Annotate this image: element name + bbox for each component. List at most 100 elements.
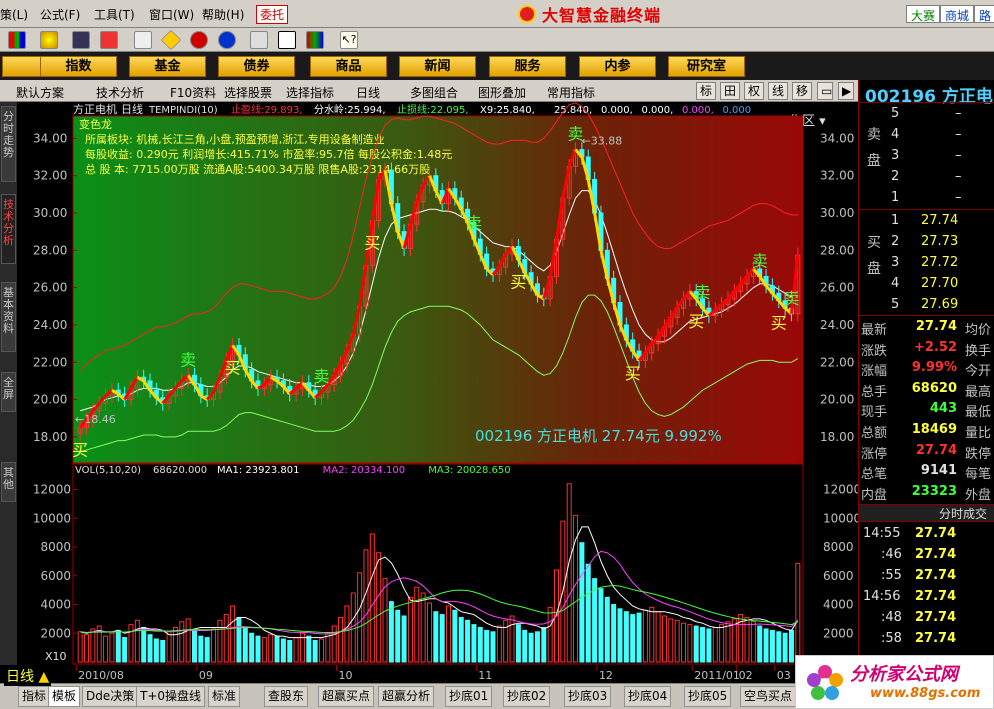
nav-bond[interactable]: 债券	[218, 56, 295, 77]
volume-bar	[788, 629, 794, 663]
y-label-right-7: 32.00	[820, 169, 854, 183]
bottom-tab-13[interactable]: 空鸟买点	[740, 686, 797, 707]
menu-tools[interactable]: 工具(T)	[94, 6, 135, 23]
menu-help[interactable]: 帮助(H)	[202, 6, 244, 23]
red-circle-icon[interactable]	[190, 31, 208, 49]
overlay-menu[interactable]: 图形叠加	[478, 84, 526, 101]
tick-row: 14:55 27.74	[859, 524, 994, 545]
print-icon[interactable]	[250, 31, 268, 49]
books-icon[interactable]	[306, 31, 324, 49]
menu-strategy[interactable]: 策(L)	[0, 6, 28, 23]
mark-button[interactable]: 标	[696, 82, 717, 100]
side-tabs: 分时走势 技术分析 基本资料 全屏 其他	[0, 102, 17, 665]
doc-icon[interactable]	[134, 31, 152, 49]
period-label[interactable]: 日线 ▲	[4, 666, 52, 686]
pencil-icon[interactable]	[100, 31, 118, 49]
nav-insider[interactable]: 内参	[579, 56, 656, 77]
quote-icon[interactable]	[8, 31, 26, 49]
sell-row-1[interactable]: 1–	[859, 188, 994, 209]
diamond-icon[interactable]	[160, 29, 182, 51]
contest-button[interactable]: 大赛	[906, 5, 941, 23]
side-tab-technical[interactable]: 技术分析	[1, 194, 16, 264]
help-cursor-icon[interactable]: ↖?	[340, 31, 358, 49]
play-icon[interactable]: ▶	[838, 82, 854, 100]
binoculars-icon[interactable]	[72, 31, 90, 49]
sell-level: 5	[891, 106, 900, 121]
rights-button[interactable]: 权	[744, 82, 765, 100]
volume-bar	[636, 612, 642, 663]
bottom-tab-3[interactable]: T+0操盘线	[136, 686, 206, 707]
stat-row-4: 现手 443 最低	[859, 399, 994, 420]
y-label-left-7: 32.00	[33, 169, 67, 183]
watermark-logo: 分析家公式网 www.88gs.com	[795, 655, 994, 709]
tick-row: 14:56 27.74	[859, 587, 994, 608]
multi-chart-menu[interactable]: 多图组合	[410, 84, 458, 101]
buy-row-2[interactable]: 2 27.73	[859, 232, 994, 253]
volume-bar	[757, 625, 763, 663]
sell-row-3[interactable]: 3–	[859, 146, 994, 167]
select-stock-menu[interactable]: 选择股票	[224, 84, 272, 101]
menu-window[interactable]: 窗口(W)	[149, 6, 194, 23]
nav-index[interactable]: 指数	[40, 56, 117, 77]
y-label-right-2: 22.00	[820, 355, 854, 369]
menu-formula[interactable]: 公式(F)	[40, 6, 80, 23]
side-tab-intraday[interactable]: 分时走势	[1, 106, 16, 182]
select-indicator-menu[interactable]: 选择指标	[286, 84, 334, 101]
chart-area[interactable]: 方正电机 日线 TEMPINDI(10) 止盈线:29.893, 分水岭:25.994,…	[17, 102, 858, 665]
bottom-tab-10[interactable]: 抄底03	[564, 686, 612, 707]
grid-button[interactable]: 田	[720, 82, 741, 100]
window-icon[interactable]	[278, 31, 296, 49]
stat-tail-label: 换手	[965, 343, 992, 359]
sell-level: 4	[891, 127, 900, 142]
bottom-tab-5[interactable]: 查股东	[264, 686, 309, 707]
stat-label: 最新	[861, 323, 888, 338]
road-button[interactable]: 路	[974, 5, 994, 23]
bottom-tab-6[interactable]: 超赢买点	[318, 686, 375, 707]
nav-commodity[interactable]: 商品	[310, 56, 387, 77]
tick-price: 27.74	[915, 547, 957, 562]
bottom-tab-11[interactable]: 抄底04	[624, 686, 672, 707]
network-icon[interactable]	[40, 31, 58, 49]
buy-row-4[interactable]: 4 27.70	[859, 274, 994, 295]
f10-menu[interactable]: F10资料	[170, 84, 216, 101]
nav-news[interactable]: 新闻	[399, 56, 476, 77]
move-button[interactable]: 移	[792, 82, 813, 100]
nav-service[interactable]: 服务	[489, 56, 566, 77]
mall-button[interactable]: 商城	[940, 5, 975, 23]
sell-level: 2	[891, 169, 900, 184]
buy-row-3[interactable]: 3 27.72	[859, 253, 994, 274]
bottom-tab-9[interactable]: 抄底02	[503, 686, 551, 707]
x-label-4: 12	[599, 669, 613, 682]
y-label-right-1: 20.00	[820, 393, 854, 407]
nav-research[interactable]: 研究室	[668, 56, 745, 77]
sell-row-5[interactable]: 5–	[859, 104, 994, 125]
stat-value: 23323	[911, 483, 957, 499]
weituo-button[interactable]: 委托	[256, 5, 289, 24]
default-scheme-menu[interactable]: 默认方案	[16, 84, 64, 101]
x-axis: 2010/08 09 10 11 12 2011/0102 03	[17, 665, 858, 683]
bottom-tab-4[interactable]: 标准	[208, 686, 241, 707]
period-menu[interactable]: 日线	[356, 84, 380, 101]
sell-row-2[interactable]: 2–	[859, 167, 994, 188]
window-toggle-icon[interactable]: ▭	[817, 82, 833, 100]
volume-bar	[700, 627, 706, 663]
nav-fund[interactable]: 基金	[129, 56, 206, 77]
tick-time: :46	[881, 547, 902, 562]
bottom-tab-1[interactable]: 模板	[48, 686, 81, 707]
line-button[interactable]: 线	[768, 82, 789, 100]
tech-analysis-menu[interactable]: 技术分析	[96, 84, 144, 101]
bottom-tab-7[interactable]: 超赢分析	[378, 686, 435, 707]
bottom-tab-8[interactable]: 抄底01	[445, 686, 493, 707]
bottom-tab-0[interactable]: 指标	[18, 686, 51, 707]
common-indicator-menu[interactable]: 常用指标	[547, 84, 595, 101]
side-tab-fundamental[interactable]: 基本资料	[1, 282, 16, 352]
buy-row-5[interactable]: 5 27.69	[859, 295, 994, 316]
sell-row-4[interactable]: 4–	[859, 125, 994, 146]
volume-bar	[274, 635, 280, 663]
blue-circle-icon[interactable]	[218, 31, 236, 49]
bottom-tab-12[interactable]: 抄底05	[684, 686, 732, 707]
bottom-tab-2[interactable]: Dde决策	[82, 686, 139, 707]
side-tab-other[interactable]: 其他	[1, 462, 16, 502]
buy-row-1[interactable]: 1 27.74	[859, 211, 994, 232]
side-tab-fullscreen[interactable]: 全屏	[1, 372, 16, 412]
